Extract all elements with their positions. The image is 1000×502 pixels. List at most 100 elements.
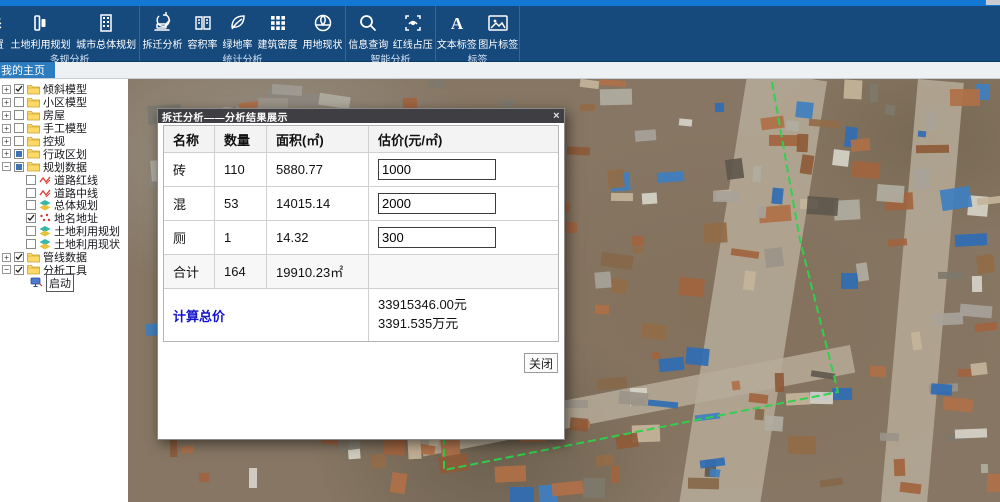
leaf-icon [227, 10, 249, 35]
dialog-body: 名称数量面积(㎡)估价(元/㎡)砖1105880.77混5314015.14厕1… [158, 123, 564, 439]
tree-expander[interactable]: + [2, 149, 11, 158]
layer-tree: +倾斜模型+小区模型+房屋+手工模型+控规+行政区划−规划数据道路红线道路中线总… [0, 79, 128, 289]
ribbon-button[interactable]: 用地现状 [303, 9, 343, 51]
table-cell-name: 厕 [164, 221, 215, 255]
folder-icon [27, 252, 40, 263]
ribbon-button[interactable]: 建筑密度 [258, 9, 298, 51]
folder-icon [27, 264, 40, 275]
folder-icon [27, 148, 40, 159]
folder-icon [27, 84, 40, 95]
ribbon-button[interactable]: 信息查询 [348, 9, 388, 51]
launch-icon [30, 277, 43, 288]
table-cell-area: 14.32 [267, 221, 369, 255]
table-cell-area: 5880.77 [267, 153, 369, 187]
table-cell-count: 1 [215, 221, 267, 255]
tree-expander[interactable]: + [2, 124, 11, 133]
tree-checkbox[interactable] [14, 123, 24, 133]
tree-item[interactable]: +手工模型 [2, 122, 128, 135]
layer-tree-panel: +倾斜模型+小区模型+房屋+手工模型+控规+行政区划−规划数据道路红线道路中线总… [0, 79, 128, 502]
ribbon-group: 拆迁分析容积率绿地率建筑密度用地现状统计分析 [140, 6, 346, 61]
table-cell-price [369, 255, 558, 289]
ribbon-button[interactable]: 城市总体规划 [76, 9, 136, 51]
tree-expander[interactable]: + [2, 253, 11, 262]
ribbon-button-label: 土地利用规划 [10, 36, 70, 51]
tree-checkbox[interactable] [14, 84, 24, 94]
ribbon-button-label: 用地现状 [303, 36, 343, 51]
tree-checkbox[interactable] [14, 162, 24, 172]
folder-icon [27, 123, 40, 134]
dialog-close-icon[interactable]: × [553, 111, 560, 122]
table-cell-name: 砖 [164, 153, 215, 187]
dialog-titlebar[interactable]: 拆迁分析——分析结果展示 × [158, 109, 564, 123]
tree-checkbox[interactable] [14, 110, 24, 120]
tree-expander[interactable]: + [2, 137, 11, 146]
tree-expander[interactable]: + [2, 98, 11, 107]
tree-expander[interactable]: − [2, 162, 11, 171]
ribbon-button-label: 图片标签 [478, 36, 518, 51]
ribbon-button[interactable]: 重置 [0, 9, 5, 51]
svg-text:A: A [451, 14, 464, 33]
estimate-price-input[interactable] [378, 227, 496, 248]
ribbon-button-label: 红线占压 [393, 36, 433, 51]
tab-my-homepage[interactable]: 我的主页 [0, 62, 55, 78]
tree-expander[interactable]: + [2, 111, 11, 120]
dialog-title: 拆迁分析——分析结果展示 [162, 109, 288, 124]
tree-checkbox[interactable] [14, 97, 24, 107]
ribbon-group: 重置土地利用规划城市总体规划多规分析 [0, 6, 140, 61]
ribbon-button[interactable]: 拆迁分析 [143, 9, 183, 51]
ribbon-button-label: 文本标签 [437, 36, 477, 51]
tree-checkbox[interactable] [26, 213, 36, 223]
table-header-cell: 面积(㎡) [267, 126, 369, 153]
grid-icon [267, 10, 289, 35]
table-cell-count: 164 [215, 255, 267, 289]
redline-icon [39, 188, 51, 198]
tree-expander[interactable]: + [2, 85, 11, 94]
close-button[interactable]: 关闭 [524, 353, 558, 373]
total-price-values: 33915346.00元3391.535万元 [369, 289, 558, 341]
tree-checkbox[interactable] [14, 252, 24, 262]
ribbon-button[interactable]: 图片标签 [478, 9, 518, 51]
ribbon-button-label: 城市总体规划 [76, 36, 136, 51]
tree-checkbox[interactable] [14, 149, 24, 159]
ribbon-button-label: 建筑密度 [258, 36, 298, 51]
table-cell-price [369, 221, 558, 255]
table-header-cell: 估价(元/㎡) [369, 126, 558, 153]
ribbon-button[interactable]: 红线占压 [393, 9, 433, 51]
globe-icon [312, 10, 334, 35]
tree-checkbox[interactable] [26, 175, 36, 185]
layers-icon [0, 10, 5, 35]
tab-bar: 我的主页 [0, 62, 1000, 79]
layers-icon [39, 200, 51, 211]
ribbon-group: 信息查询红线占压智能分析 [346, 6, 436, 61]
ribbon-button[interactable]: 容积率 [188, 9, 218, 51]
tree-checkbox[interactable] [26, 188, 36, 198]
estimate-price-input[interactable] [378, 193, 496, 214]
results-table: 名称数量面积(㎡)估价(元/㎡)砖1105880.77混5314015.14厕1… [163, 125, 559, 342]
tree-checkbox[interactable] [26, 239, 36, 249]
cityplan-icon [95, 10, 117, 35]
window-corner-control[interactable] [985, 0, 1000, 5]
layers-icon [39, 226, 51, 237]
table-header-cell: 数量 [215, 126, 267, 153]
tree-checkbox[interactable] [14, 265, 24, 275]
tree-expander[interactable]: − [2, 265, 11, 274]
ribbon-button[interactable]: A 文本标签 [437, 9, 477, 51]
tree-checkbox[interactable] [26, 226, 36, 236]
excavator-icon [151, 10, 175, 35]
tree-checkbox[interactable] [14, 136, 24, 146]
tree-item-label: 启动 [46, 274, 74, 292]
redline-icon [39, 175, 51, 185]
tree-item[interactable]: +小区模型 [2, 96, 128, 109]
landuse-icon [29, 10, 51, 35]
ribbon-button-label: 绿地率 [223, 36, 253, 51]
tree-item[interactable]: 启动 [2, 276, 128, 289]
folder-icon [27, 97, 40, 108]
ribbon-button[interactable]: 绿地率 [223, 9, 253, 51]
table-cell-name: 合计 [164, 255, 215, 289]
tree-checkbox[interactable] [26, 200, 36, 210]
text-label-icon: A [446, 10, 468, 35]
total-price-label: 计算总价 [164, 289, 369, 341]
estimate-price-input[interactable] [378, 159, 496, 180]
dots-icon [39, 213, 51, 223]
ribbon-button[interactable]: 土地利用规划 [10, 9, 70, 51]
